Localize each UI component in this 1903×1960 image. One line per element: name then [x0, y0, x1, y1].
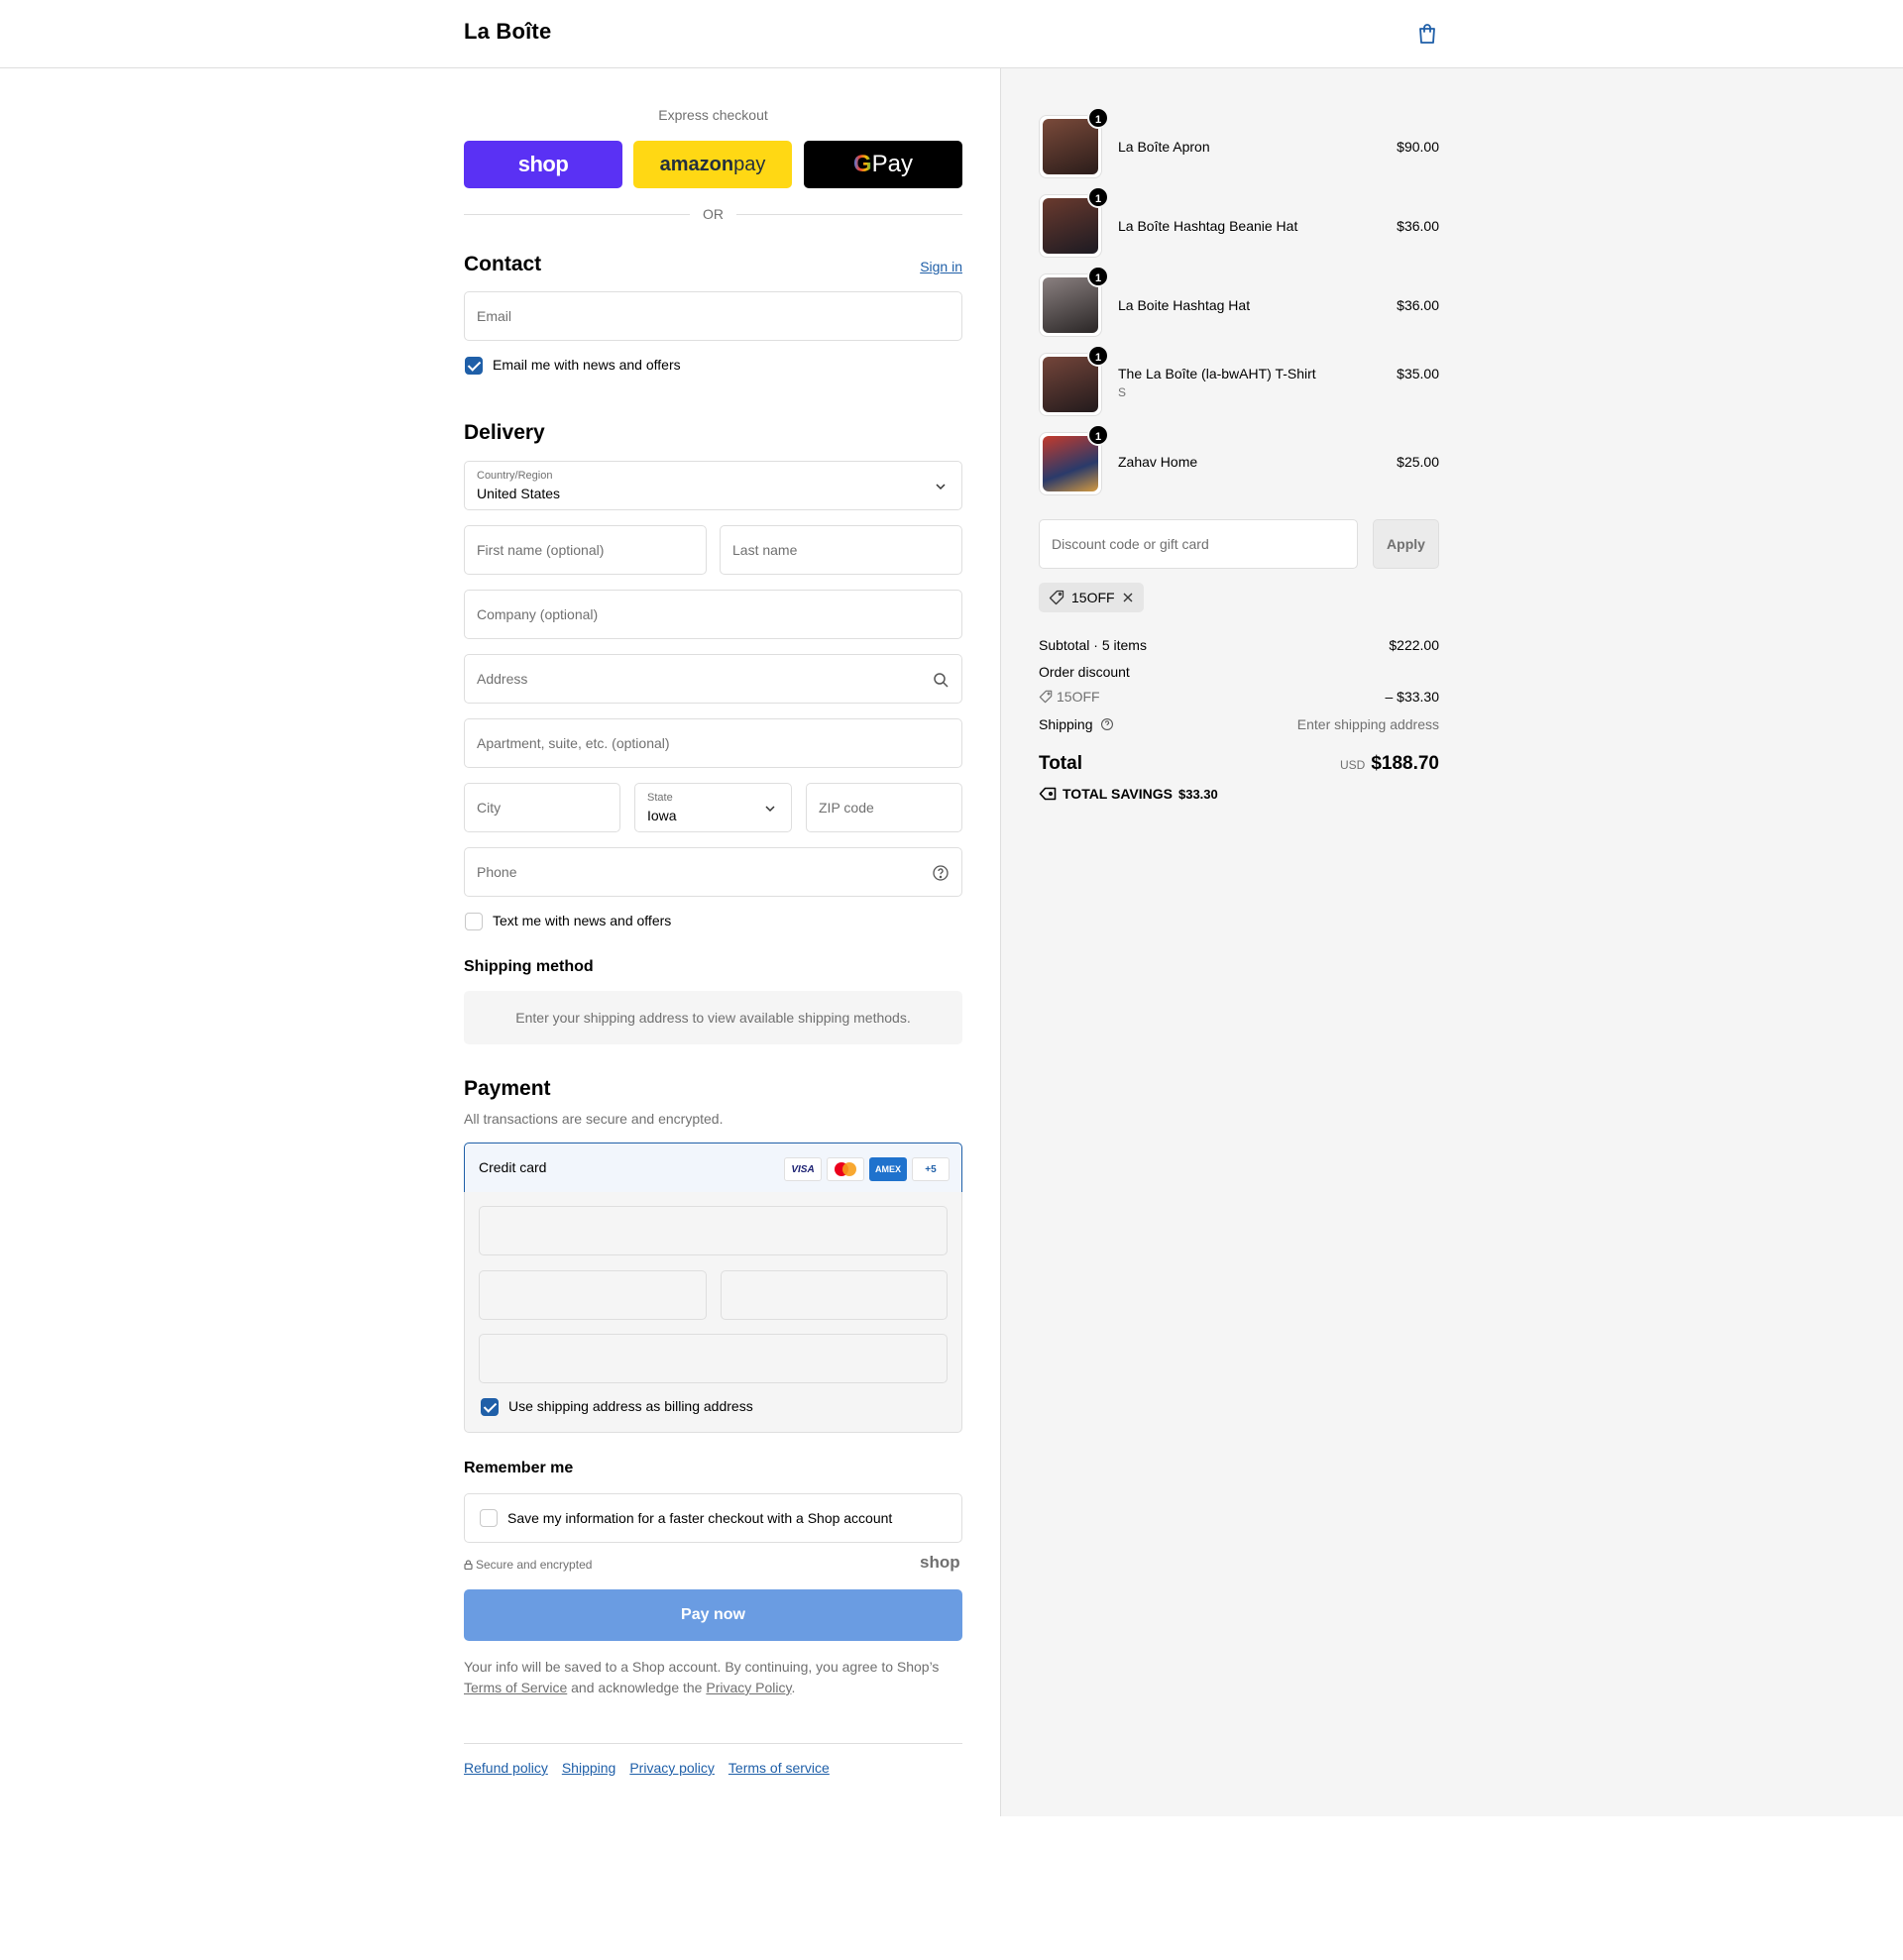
delivery-heading: Delivery: [464, 421, 545, 444]
credit-card-form: Use shipping address as billing address: [464, 1192, 962, 1433]
item-name: La Boite Hashtag Hat: [1118, 297, 1251, 313]
cart-item: 1 La Boîte Apron $90.00: [1039, 107, 1439, 178]
amazon-pay-button[interactable]: amazon pay: [633, 141, 792, 188]
quantity-badge: 1: [1087, 424, 1109, 446]
secure-notice: Secure and encrypted: [464, 1558, 592, 1572]
discount-code-input[interactable]: Discount code or gift card: [1039, 519, 1358, 569]
shop-logo: shop: [920, 1553, 960, 1572]
refund-policy-link[interactable]: Refund policy: [464, 1760, 548, 1776]
order-discount-label: Order discount: [1039, 664, 1130, 680]
mastercard-icon: [827, 1157, 864, 1181]
sign-in-link[interactable]: Sign in: [920, 259, 962, 274]
privacy-policy-link[interactable]: Privacy Policy: [706, 1680, 791, 1695]
shopping-bag-icon[interactable]: [1415, 22, 1439, 46]
tag-icon: [1049, 590, 1064, 605]
payment-subtitle: All transactions are secure and encrypte…: [464, 1111, 724, 1127]
item-price: $35.00: [1397, 366, 1439, 381]
city-field[interactable]: City: [464, 783, 620, 832]
card-expiry-field[interactable]: [479, 1270, 707, 1320]
email-news-label: Email me with news and offers: [493, 357, 681, 373]
search-icon: [934, 673, 949, 688]
item-price: $36.00: [1397, 218, 1439, 234]
subtotal-row: Subtotal · 5 items $222.00: [1039, 637, 1439, 653]
visa-icon: VISA: [784, 1157, 822, 1181]
cart-item: 1 Zahav Home $25.00: [1039, 424, 1439, 495]
billing-same-checkbox[interactable]: [481, 1398, 499, 1416]
item-name: Zahav Home: [1118, 454, 1198, 470]
email-field[interactable]: Email: [464, 291, 962, 341]
item-name: The La Boîte (la-bwAHT) T-Shirt: [1118, 366, 1316, 381]
credit-card-option[interactable]: Credit card VISA AMEX +5: [464, 1143, 962, 1193]
help-circle-icon[interactable]: [1100, 717, 1114, 731]
item-name: La Boîte Hashtag Beanie Hat: [1118, 218, 1298, 234]
item-price: $25.00: [1397, 454, 1439, 470]
card-number-field[interactable]: [479, 1206, 948, 1255]
address-field[interactable]: Address: [464, 654, 962, 704]
legal-notice: Your info will be saved to a Shop accoun…: [464, 1659, 940, 1695]
save-info-label: Save my information for a faster checkou…: [507, 1510, 893, 1526]
chevron-down-icon: [765, 806, 775, 813]
item-price: $90.00: [1397, 139, 1439, 155]
help-circle-icon[interactable]: [932, 864, 950, 882]
item-price: $36.00: [1397, 297, 1439, 313]
phone-field[interactable]: Phone: [464, 847, 962, 897]
shipping-method-heading: Shipping method: [464, 958, 594, 975]
quantity-badge: 1: [1087, 186, 1109, 208]
footer-divider: [464, 1743, 962, 1744]
applied-discount-chip: 15OFF: [1039, 583, 1144, 612]
country-select[interactable]: Country/Region United States: [464, 461, 962, 510]
express-checkout-title: Express checkout: [658, 107, 768, 123]
more-cards-badge: +5: [912, 1157, 950, 1181]
privacy-policy-footer-link[interactable]: Privacy policy: [629, 1760, 715, 1776]
shipping-policy-link[interactable]: Shipping: [562, 1760, 616, 1776]
quantity-badge: 1: [1087, 107, 1109, 129]
google-pay-button[interactable]: G Pay: [804, 141, 962, 188]
quantity-badge: 1: [1087, 266, 1109, 287]
billing-same-label: Use shipping address as billing address: [508, 1398, 753, 1414]
total-savings: TOTAL SAVINGS $33.30: [1039, 786, 1218, 802]
apply-discount-button[interactable]: Apply: [1373, 519, 1439, 569]
lock-icon: [464, 1560, 473, 1571]
tag-icon: [1039, 787, 1057, 801]
total-amount: USD $188.70: [1339, 753, 1439, 774]
total-label: Total: [1039, 753, 1082, 774]
tag-icon: [1039, 690, 1053, 704]
state-select[interactable]: State Iowa: [634, 783, 792, 832]
item-name: La Boîte Apron: [1118, 139, 1210, 155]
card-name-field[interactable]: [479, 1334, 948, 1383]
header: La Boîte: [0, 0, 1903, 68]
quantity-badge: 1: [1087, 345, 1109, 367]
terms-of-service-link[interactable]: Terms of Service: [464, 1680, 567, 1695]
zip-field[interactable]: ZIP code: [806, 783, 962, 832]
sms-news-checkbox[interactable]: [465, 913, 483, 930]
footer-links: Refund policy Shipping Privacy policy Terms…: [464, 1760, 843, 1776]
remember-me-heading: Remember me: [464, 1460, 574, 1476]
card-cvv-field[interactable]: [721, 1270, 948, 1320]
pay-now-button[interactable]: Pay now: [464, 1589, 962, 1641]
apartment-field[interactable]: Apartment, suite, etc. (optional): [464, 718, 962, 768]
company-field[interactable]: Company (optional): [464, 590, 962, 639]
discount-row: 15OFF – $33.30: [1039, 689, 1439, 705]
cart-item: 1 La Boite Hashtag Hat $36.00: [1039, 266, 1439, 337]
shipping-row: Shipping Enter shipping address: [1039, 716, 1439, 732]
first-name-field[interactable]: First name (optional): [464, 525, 707, 575]
sms-news-label: Text me with news and offers: [493, 913, 672, 928]
chevron-down-icon: [936, 484, 946, 490]
cart-item: 1 The La Boîte (la-bwAHT) T-Shirt S $35.…: [1039, 345, 1439, 416]
email-news-checkbox[interactable]: [465, 357, 483, 375]
or-divider: OR: [464, 204, 962, 224]
amex-icon: AMEX: [869, 1157, 907, 1181]
last-name-field[interactable]: Last name: [720, 525, 962, 575]
payment-heading: Payment: [464, 1077, 551, 1100]
store-logo[interactable]: La Boîte: [464, 19, 551, 45]
remember-me-box[interactable]: Save my information for a faster checkou…: [464, 1493, 962, 1543]
shipping-method-message: Enter your shipping address to view avai…: [464, 991, 962, 1044]
shop-pay-button[interactable]: shop: [464, 141, 622, 188]
cart-item: 1 La Boîte Hashtag Beanie Hat $36.00: [1039, 186, 1439, 258]
remove-discount-icon[interactable]: [1122, 592, 1134, 603]
save-info-checkbox[interactable]: [480, 1509, 498, 1527]
contact-heading: Contact: [464, 253, 542, 275]
item-variant: S: [1118, 385, 1127, 399]
terms-of-service-footer-link[interactable]: Terms of service: [728, 1760, 830, 1776]
